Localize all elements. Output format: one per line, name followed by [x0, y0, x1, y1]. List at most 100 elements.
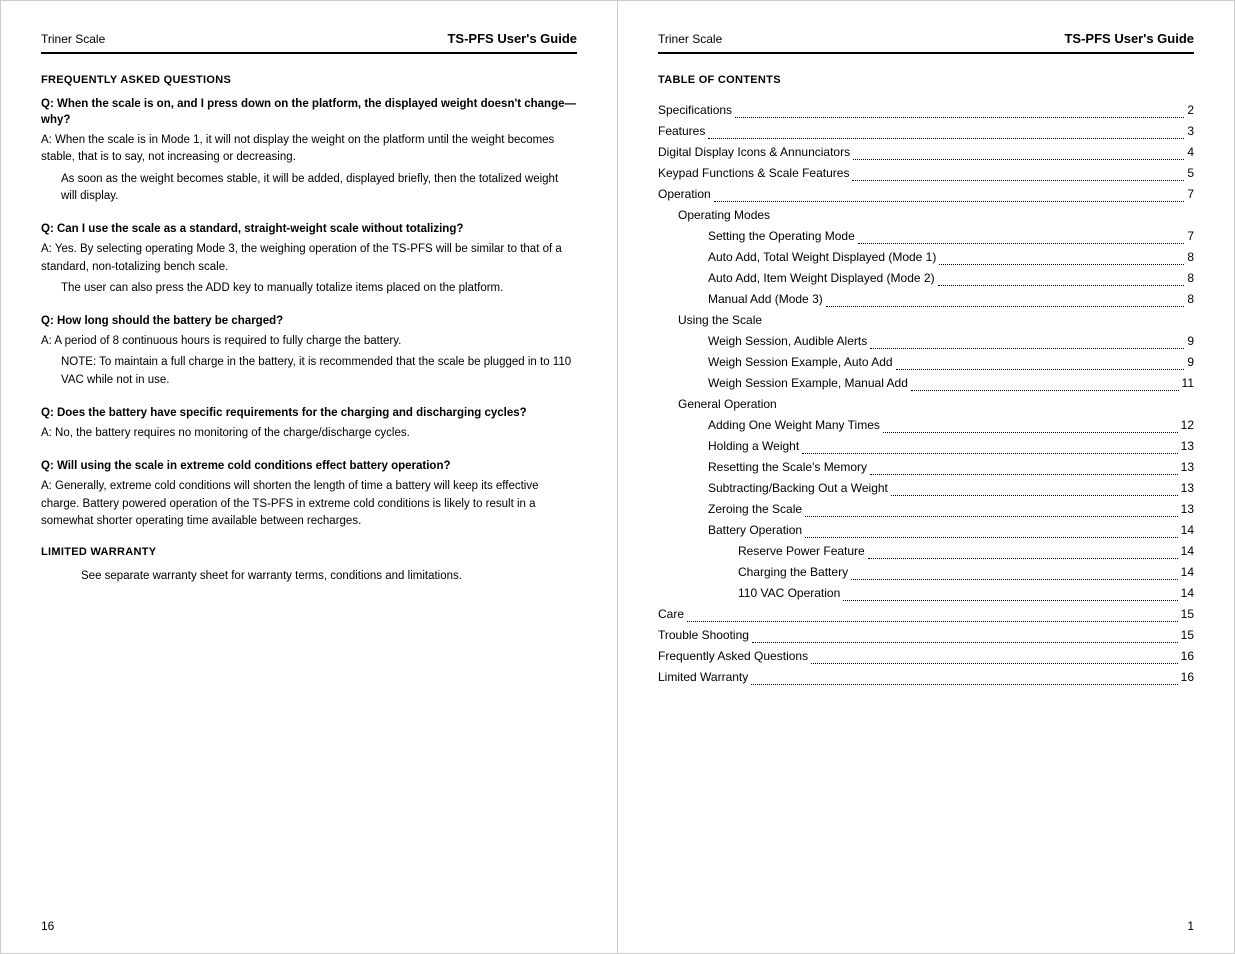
toc-item-page: 15	[1181, 625, 1194, 646]
faq-q5-text: Q: Will using the scale in extreme cold …	[41, 458, 451, 474]
toc-heading: TABLE OF CONTENTS	[658, 74, 1194, 86]
toc-item-label: Battery Operation	[708, 520, 802, 541]
toc-item-label: Reserve Power Feature	[738, 541, 865, 562]
faq-answer-2: A: Yes. By selecting operating Mode 3, t…	[41, 241, 577, 297]
right-page: Triner Scale TS-PFS User's Guide TABLE O…	[617, 0, 1235, 954]
toc-container: Specifications2Features3Digital Display …	[658, 100, 1194, 688]
faq-item-2: Q: Can I use the scale as a standard, st…	[41, 221, 577, 297]
toc-dots	[826, 306, 1185, 307]
faq-answer-3: A: A period of 8 continuous hours is req…	[41, 333, 577, 389]
toc-item-label: Frequently Asked Questions	[658, 646, 808, 667]
faq-a4-text-1: A: No, the battery requires no monitorin…	[41, 425, 410, 442]
faq-question-3: Q: How long should the battery be charge…	[41, 313, 577, 329]
toc-row: Operation7	[658, 184, 1194, 205]
toc-group-label: General Operation	[678, 397, 777, 411]
toc-item-label: Auto Add, Total Weight Displayed (Mode 1…	[708, 247, 936, 268]
left-title: TS-PFS User's Guide	[447, 31, 577, 46]
right-brand: Triner Scale	[658, 32, 722, 46]
toc-item-label: Manual Add (Mode 3)	[708, 289, 823, 310]
toc-item-page: 16	[1181, 667, 1194, 688]
toc-row: Holding a Weight 13	[658, 436, 1194, 457]
toc-item-page: 3	[1187, 121, 1194, 142]
toc-item-page: 13	[1181, 436, 1194, 457]
toc-item-label: Weigh Session Example, Manual Add	[708, 373, 908, 394]
toc-dots	[870, 348, 1184, 349]
toc-item-label: Setting the Operating Mode	[708, 226, 855, 247]
faq-item-3: Q: How long should the battery be charge…	[41, 313, 577, 389]
faq-question-1: Q: When the scale is on, and I press dow…	[41, 96, 577, 128]
toc-item-label: 110 VAC Operation	[738, 583, 840, 604]
toc-item-label: Holding a Weight	[708, 436, 799, 457]
faq-answer-4: A: No, the battery requires no monitorin…	[41, 425, 577, 442]
faq-question-5: Q: Will using the scale in extreme cold …	[41, 458, 577, 474]
toc-row: Weigh Session Example, Manual Add 11	[658, 373, 1194, 394]
toc-dots	[868, 558, 1178, 559]
toc-item-label: Limited Warranty	[658, 667, 748, 688]
faq-a2-text-2: The user can also press the ADD key to m…	[61, 280, 577, 297]
toc-dots	[853, 159, 1184, 160]
faq-q3-text: Q: How long should the battery be charge…	[41, 313, 283, 329]
toc-row: Auto Add, Item Weight Displayed (Mode 2)…	[658, 268, 1194, 289]
toc-row: Keypad Functions & Scale Features5	[658, 163, 1194, 184]
toc-row: Care15	[658, 604, 1194, 625]
toc-row: Frequently Asked Questions16	[658, 646, 1194, 667]
toc-item-label: Adding One Weight Many Times	[708, 415, 880, 436]
toc-item-page: 2	[1187, 100, 1194, 121]
toc-row: Auto Add, Total Weight Displayed (Mode 1…	[658, 247, 1194, 268]
faq-a2-text-1: A: Yes. By selecting operating Mode 3, t…	[41, 241, 577, 276]
right-title: TS-PFS User's Guide	[1064, 31, 1194, 46]
toc-row: Using the Scale	[658, 310, 1194, 331]
toc-item-label: Charging the Battery	[738, 562, 848, 583]
toc-item-label: Auto Add, Item Weight Displayed (Mode 2)	[708, 268, 935, 289]
toc-row: Limited Warranty 16	[658, 667, 1194, 688]
faq-a1-text-2: As soon as the weight becomes stable, it…	[61, 171, 577, 206]
toc-item-label: Weigh Session, Audible Alerts	[708, 331, 867, 352]
toc-row: Adding One Weight Many Times 12	[658, 415, 1194, 436]
toc-item-page: 15	[1181, 604, 1194, 625]
toc-row: Weigh Session Example, Auto Add 9	[658, 352, 1194, 373]
toc-item-page: 11	[1182, 373, 1194, 394]
toc-dots	[852, 180, 1184, 181]
toc-dots	[896, 369, 1185, 370]
faq-question-4: Q: Does the battery have specific requir…	[41, 405, 577, 421]
faq-q4-text: Q: Does the battery have specific requir…	[41, 405, 527, 421]
toc-dots	[735, 117, 1184, 118]
toc-dots	[939, 264, 1184, 265]
toc-item-page: 14	[1181, 541, 1194, 562]
toc-row: Weigh Session, Audible Alerts 9	[658, 331, 1194, 352]
toc-group-label: Using the Scale	[678, 313, 762, 327]
toc-item-page: 13	[1181, 457, 1194, 478]
toc-item-label: Trouble Shooting	[658, 625, 749, 646]
toc-row: 110 VAC Operation14	[658, 583, 1194, 604]
toc-dots	[858, 243, 1185, 244]
toc-item-page: 9	[1187, 352, 1194, 373]
toc-item-label: Weigh Session Example, Auto Add	[708, 352, 893, 373]
toc-dots	[938, 285, 1185, 286]
toc-dots	[805, 537, 1178, 538]
faq-answer-1: A: When the scale is in Mode 1, it will …	[41, 132, 577, 205]
toc-row: Features3	[658, 121, 1194, 142]
toc-row: Resetting the Scale's Memory13	[658, 457, 1194, 478]
toc-item-page: 7	[1187, 184, 1194, 205]
right-page-number: 1	[1187, 919, 1194, 933]
toc-dots	[805, 516, 1178, 517]
toc-item-page: 13	[1181, 478, 1194, 499]
toc-dots	[751, 684, 1177, 685]
warranty-heading: LIMITED WARRANTY	[41, 546, 577, 558]
faq-a3-text-1: A: A period of 8 continuous hours is req…	[41, 333, 577, 350]
toc-item-page: 12	[1181, 415, 1194, 436]
toc-item-label: Subtracting/Backing Out a Weight	[708, 478, 888, 499]
faq-answer-5: A: Generally, extreme cold conditions wi…	[41, 478, 577, 530]
toc-row: Manual Add (Mode 3)8	[658, 289, 1194, 310]
left-page-header: Triner Scale TS-PFS User's Guide	[41, 31, 577, 54]
toc-row: Zeroing the Scale13	[658, 499, 1194, 520]
toc-item-label: Keypad Functions & Scale Features	[658, 163, 849, 184]
faq-q2-text: Q: Can I use the scale as a standard, st…	[41, 221, 463, 237]
toc-item-page: 14	[1181, 562, 1194, 583]
left-brand: Triner Scale	[41, 32, 105, 46]
toc-item-page: 9	[1187, 331, 1194, 352]
toc-dots	[752, 642, 1178, 643]
toc-item-page: 4	[1187, 142, 1194, 163]
left-page: Triner Scale TS-PFS User's Guide FREQUEN…	[0, 0, 617, 954]
toc-item-page: 8	[1187, 247, 1194, 268]
